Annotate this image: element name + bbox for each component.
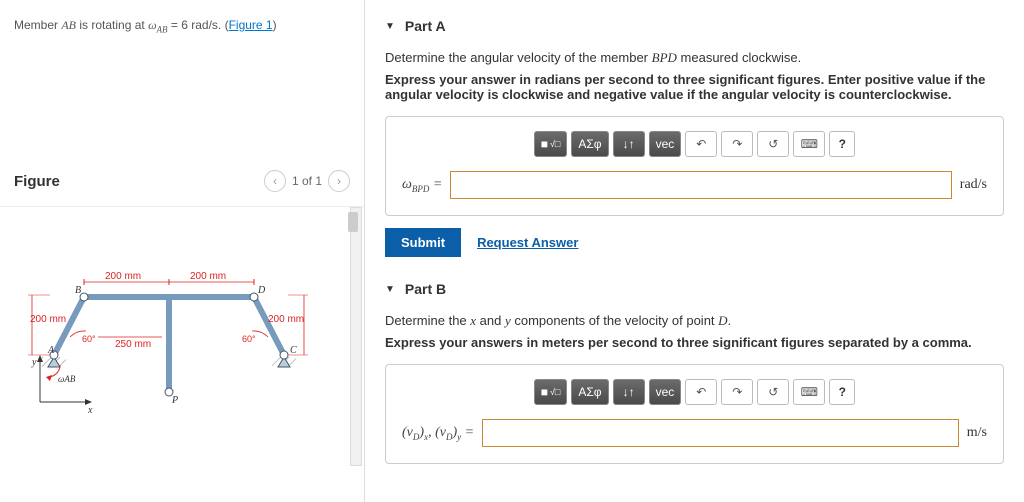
pager-prev-button[interactable]: ‹: [264, 170, 286, 192]
dim-bottom: 250 mm: [115, 339, 151, 350]
tb-redo-button[interactable]: ↷: [721, 131, 753, 157]
part-a-question: Determine the angular velocity of the me…: [385, 50, 1004, 66]
answer-row-b: (vD)x, (vD)y = m/s: [402, 419, 987, 447]
answer-input-a[interactable]: [450, 171, 951, 199]
ps-middle: is rotating at: [76, 18, 148, 32]
qb-point: D: [718, 313, 727, 328]
tb-vec-button[interactable]: vec: [649, 131, 682, 157]
ps-member: AB: [61, 18, 76, 32]
figure-area: y x A B C D P: [0, 206, 364, 466]
ps-suffix: ): [273, 18, 277, 32]
submit-row-a: Submit Request Answer: [385, 228, 1004, 257]
tb-subscript-button[interactable]: ↓↑: [613, 379, 645, 405]
tb-subscript-button[interactable]: ↓↑: [613, 131, 645, 157]
figure-link[interactable]: Figure 1: [229, 18, 273, 32]
tb-reset-button[interactable]: ↺: [757, 379, 789, 405]
ps-eq: = 6 rad/s. (: [168, 18, 229, 32]
dim-right: 200 mm: [268, 314, 304, 325]
pager-next-button[interactable]: ›: [328, 170, 350, 192]
tb-keyboard-button[interactable]: ⌨: [793, 131, 825, 157]
tb-reset-button[interactable]: ↺: [757, 131, 789, 157]
part-a-instruction: Express your answer in radians per secon…: [385, 72, 1004, 102]
figure-title: Figure: [14, 173, 264, 190]
answer-unit-b: m/s: [967, 425, 987, 441]
label-P: P: [171, 395, 178, 406]
tb-redo-button[interactable]: ↷: [721, 379, 753, 405]
mechanism-diagram: y x A B C D P: [10, 237, 330, 437]
part-b-title: Part B: [405, 281, 446, 297]
tb-keyboard-button[interactable]: ⌨: [793, 379, 825, 405]
left-panel: Member AB is rotating at ωAB = 6 rad/s. …: [0, 0, 365, 502]
dim-left: 200 mm: [30, 314, 66, 325]
toolbar-b: ■√□ ΑΣφ ↓↑ vec ↶ ↷ ↺ ⌨ ?: [402, 379, 987, 405]
ps-omega: ω: [148, 18, 156, 32]
figure-scrollbar[interactable]: [350, 207, 362, 466]
qb-suffix: components of the velocity of point: [511, 313, 718, 328]
answer-input-b[interactable]: [482, 419, 959, 447]
label-D: D: [257, 285, 266, 296]
label-B: B: [75, 285, 81, 296]
tb-help-button[interactable]: ?: [829, 131, 855, 157]
toolbar-a: ■√□ ΑΣφ ↓↑ vec ↶ ↷ ↺ ⌨ ?: [402, 131, 987, 157]
tb-templates-button[interactable]: ■√□: [534, 379, 568, 405]
collapse-icon: ▼: [385, 21, 395, 32]
axis-x-label: x: [87, 405, 93, 416]
tb-templates-button[interactable]: ■√□: [534, 131, 568, 157]
part-b-instruction: Express your answers in meters per secon…: [385, 335, 1004, 350]
qa-suffix: measured clockwise.: [677, 50, 801, 65]
label-omega: ωAB: [58, 374, 76, 384]
part-a-header[interactable]: ▼ Part A: [385, 18, 1004, 34]
tb-undo-button[interactable]: ↶: [685, 379, 717, 405]
tb-greek-button[interactable]: ΑΣφ: [571, 379, 608, 405]
angle-right: 60°: [242, 334, 256, 344]
angle-left: 60°: [82, 334, 96, 344]
answer-unit-a: rad/s: [960, 177, 987, 193]
submit-button-a[interactable]: Submit: [385, 228, 461, 257]
dim-top-right: 200 mm: [190, 271, 226, 282]
qa-member: BPD: [652, 50, 677, 65]
label-A: A: [47, 345, 55, 356]
part-b-question: Determine the x and y components of the …: [385, 313, 1004, 329]
part-a-title: Part A: [405, 18, 446, 34]
qb-end: .: [728, 313, 732, 328]
part-b-answer-box: ■√□ ΑΣφ ↓↑ vec ↶ ↷ ↺ ⌨ ? (vD)x, (vD)y = …: [385, 364, 1004, 464]
part-a-answer-box: ■√□ ΑΣφ ↓↑ vec ↶ ↷ ↺ ⌨ ? ωBPD = rad/s: [385, 116, 1004, 216]
answer-row-a: ωBPD = rad/s: [402, 171, 987, 199]
tb-vec-button[interactable]: vec: [649, 379, 682, 405]
figure-pager: ‹ 1 of 1 ›: [264, 170, 350, 192]
ps-prefix: Member: [14, 18, 61, 32]
label-C: C: [290, 345, 297, 356]
tb-undo-button[interactable]: ↶: [685, 131, 717, 157]
collapse-icon: ▼: [385, 284, 395, 295]
figure-header: Figure ‹ 1 of 1 ›: [0, 162, 364, 200]
dim-top-left: 200 mm: [105, 271, 141, 282]
tb-greek-button[interactable]: ΑΣφ: [571, 131, 608, 157]
qb-and: and: [476, 313, 505, 328]
answer-label-a: ωBPD =: [402, 177, 442, 194]
qa-prefix: Determine the angular velocity of the me…: [385, 50, 652, 65]
tb-help-button[interactable]: ?: [829, 379, 855, 405]
pager-label: 1 of 1: [292, 174, 322, 188]
ps-omega-sub: AB: [157, 24, 168, 34]
part-b-header[interactable]: ▼ Part B: [385, 281, 1004, 297]
axis-y-label: y: [31, 357, 37, 368]
qb-prefix: Determine the: [385, 313, 470, 328]
problem-statement: Member AB is rotating at ωAB = 6 rad/s. …: [0, 10, 364, 42]
request-answer-link-a[interactable]: Request Answer: [477, 235, 578, 250]
right-panel: ▼ Part A Determine the angular velocity …: [365, 0, 1024, 502]
answer-label-b: (vD)x, (vD)y =: [402, 425, 474, 442]
